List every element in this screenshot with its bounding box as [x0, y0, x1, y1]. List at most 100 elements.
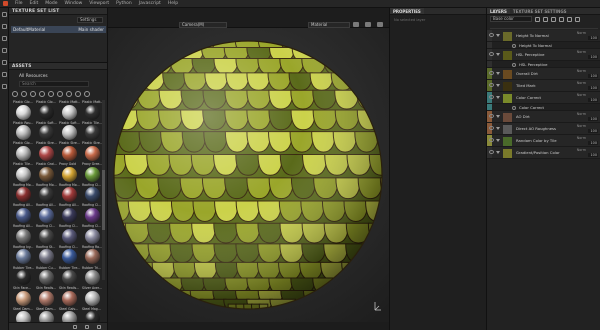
- add-fill-layer-icon[interactable]: [559, 16, 564, 22]
- asset-item[interactable]: Roofing Mo...: [59, 183, 80, 204]
- visibility-eye-icon[interactable]: [489, 150, 494, 154]
- opacity-value[interactable]: 100: [588, 153, 598, 157]
- layer-row[interactable]: Norm 100 Direct AO Roughness: [487, 123, 600, 135]
- layer-row[interactable]: Norm 100 Tiled Mark: [487, 80, 600, 92]
- view-mode-icon[interactable]: [73, 324, 77, 329]
- projection-tool-icon[interactable]: [1, 36, 7, 41]
- menu-javascript[interactable]: Javascript: [139, 1, 161, 6]
- blend-mode[interactable]: Norm: [577, 81, 586, 85]
- blend-mode[interactable]: Norm: [577, 124, 586, 128]
- tab-layers[interactable]: LAYERS: [487, 8, 510, 14]
- filter-all-icon[interactable]: [12, 91, 18, 97]
- opacity-value[interactable]: 100: [588, 74, 598, 78]
- asset-item[interactable]: Plastic Stre...: [36, 141, 57, 162]
- filter-brush-icon[interactable]: [48, 91, 54, 97]
- opacity-value[interactable]: 100: [588, 86, 598, 90]
- blend-mode[interactable]: Norm: [577, 148, 586, 152]
- menu-viewport[interactable]: Viewport: [89, 1, 109, 6]
- opacity-value[interactable]: 100: [588, 129, 598, 133]
- texture-set-shader[interactable]: Main shader: [78, 27, 104, 32]
- layer-row[interactable]: Norm 100 HSL Perceptive: [487, 49, 600, 61]
- layer-row[interactable]: Norm 100 Color Correct: [487, 92, 600, 104]
- menu-edit[interactable]: Edit: [30, 1, 39, 6]
- opacity-value[interactable]: 100: [588, 98, 598, 102]
- asset-item[interactable]: Rubber Tire...: [13, 266, 34, 287]
- asset-item[interactable]: Roofing All...: [36, 203, 57, 224]
- blend-mode[interactable]: Norm: [577, 93, 586, 97]
- assets-search-input[interactable]: Search: [19, 81, 89, 87]
- layer-row[interactable]: Norm 100 Gradient/Position Color: [487, 147, 600, 159]
- layer-effect-row[interactable]: Height To Normal: [487, 42, 600, 49]
- screenshot-icon[interactable]: [365, 22, 371, 27]
- opacity-value[interactable]: 100: [588, 141, 598, 145]
- visibility-eye-icon[interactable]: [489, 71, 494, 75]
- filter-filter-icon[interactable]: [84, 91, 90, 97]
- asset-item[interactable]: Plastic Tile...: [82, 121, 103, 142]
- asset-item[interactable]: Roofing Ro...: [82, 245, 103, 266]
- menu-window[interactable]: Window: [65, 1, 83, 6]
- asset-item[interactable]: Roofing St...: [36, 245, 57, 266]
- asset-item[interactable]: Roofing All...: [13, 224, 34, 245]
- asset-item[interactable]: Roofing Mo...: [13, 183, 34, 204]
- expand-chevron-icon[interactable]: [496, 96, 500, 99]
- delete-layer-icon[interactable]: [575, 16, 580, 22]
- asset-item[interactable]: Rubber Cu...: [36, 266, 57, 287]
- asset-item[interactable]: Plastic Stre...: [59, 141, 80, 162]
- asset-item[interactable]: Silver Aver...: [82, 286, 103, 307]
- asset-item[interactable]: Skin Realis...: [59, 286, 80, 307]
- new-folder-icon[interactable]: [97, 324, 101, 329]
- blend-mode[interactable]: Norm: [577, 69, 586, 73]
- asset-item[interactable]: Plastic Glo...: [13, 141, 34, 162]
- channel-dropdown[interactable]: Base color: [490, 16, 532, 22]
- asset-item[interactable]: Roofing Cl...: [36, 224, 57, 245]
- polygon-fill-icon[interactable]: [1, 48, 7, 53]
- asset-item[interactable]: Rubber Tire...: [59, 266, 80, 287]
- layer-effect-row[interactable]: HSL Perceptive: [487, 61, 600, 68]
- 3d-viewport[interactable]: [108, 28, 389, 322]
- asset-item[interactable]: Roofing Cl...: [82, 224, 103, 245]
- menu-python[interactable]: Python: [116, 1, 132, 6]
- expand-chevron-icon[interactable]: [496, 72, 500, 75]
- filter-material-icon[interactable]: [21, 91, 27, 97]
- display-settings-icon[interactable]: [377, 22, 383, 27]
- camera-icon[interactable]: [353, 22, 359, 27]
- blend-mode[interactable]: Norm: [577, 50, 586, 54]
- material-sphere[interactable]: [108, 28, 389, 322]
- settings-dropdown[interactable]: Settings: [77, 17, 103, 23]
- asset-item[interactable]: Proxy Gold: [59, 162, 80, 183]
- assets-breadcrumb[interactable]: All Resources: [19, 74, 48, 79]
- asset-item[interactable]: Plastic Glo...: [36, 100, 57, 121]
- asset-item[interactable]: Plastic Glo...: [13, 100, 34, 121]
- visibility-eye-icon[interactable]: [489, 138, 494, 142]
- asset-item[interactable]: Roofing Cl...: [82, 203, 103, 224]
- asset-item[interactable]: Plastic Tile...: [13, 162, 34, 183]
- visibility-eye-icon[interactable]: [489, 95, 494, 99]
- menu-file[interactable]: File: [15, 1, 23, 6]
- filter-mask-icon[interactable]: [75, 91, 81, 97]
- layer-row[interactable]: Norm 100 Random Color by Tile: [487, 135, 600, 147]
- asset-item[interactable]: Plastic Matt...: [59, 100, 80, 121]
- smudge-tool-icon[interactable]: [1, 60, 7, 65]
- layer-row[interactable]: Norm 100 Height To Normal: [487, 30, 600, 42]
- menu-help[interactable]: Help: [168, 1, 178, 6]
- asset-item[interactable]: Roofing Ivy...: [13, 245, 34, 266]
- layer-effect-row[interactable]: Color Correct: [487, 104, 600, 111]
- asset-item[interactable]: Roofing Cl...: [59, 224, 80, 245]
- asset-item[interactable]: Roofing Ci...: [59, 245, 80, 266]
- asset-item[interactable]: Plastic Soft...: [59, 121, 80, 142]
- filter-texture-icon[interactable]: [39, 91, 45, 97]
- opacity-value[interactable]: 100: [588, 36, 598, 40]
- asset-item[interactable]: Plastic Stre...: [82, 141, 103, 162]
- layer-row[interactable]: Norm 100 Overall Dirt: [487, 68, 600, 80]
- expand-chevron-icon[interactable]: [496, 53, 500, 56]
- asset-item[interactable]: Plastic Rou...: [13, 121, 34, 142]
- filter-smart-material-icon[interactable]: [30, 91, 36, 97]
- asset-item[interactable]: Roofing All...: [59, 203, 80, 224]
- asset-item[interactable]: Plastic Matt...: [82, 100, 103, 121]
- tab-properties[interactable]: PROPERTIES: [390, 8, 424, 14]
- asset-item[interactable]: Skin Realis...: [36, 286, 57, 307]
- layer-row[interactable]: Norm 100 AO Dirt: [487, 111, 600, 123]
- opacity-value[interactable]: 100: [588, 117, 598, 121]
- texture-set-row[interactable]: DefaultMaterial Main shader: [11, 26, 106, 33]
- blend-mode[interactable]: Norm: [577, 31, 586, 35]
